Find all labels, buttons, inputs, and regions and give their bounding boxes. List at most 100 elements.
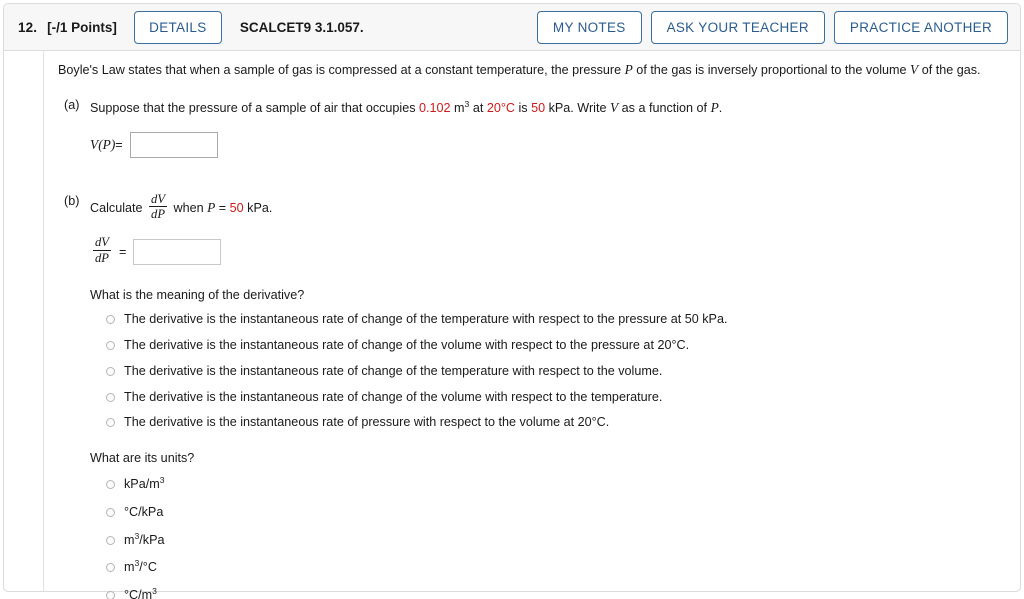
part-b-answer-eq: =	[119, 244, 127, 259]
part-a-temperature-value: 20°C	[486, 101, 515, 116]
part-b-text-2: when	[170, 200, 208, 215]
units-option-1-base: kPa/m	[124, 477, 160, 492]
my-notes-button[interactable]: MY NOTES	[536, 10, 642, 44]
meaning-option-3[interactable]: The derivative is the instantaneous rate…	[58, 364, 1010, 380]
part-a-answer-row: V (P) =	[58, 131, 1010, 158]
part-a-answer-fn: V	[90, 136, 99, 152]
part-b-frac-denominator: dP	[149, 206, 168, 222]
units-option-4-suffix: /°C	[139, 560, 157, 575]
meaning-option-2[interactable]: The derivative is the instantaneous rate…	[58, 338, 1010, 354]
part-a-volume-unit: m	[454, 101, 465, 116]
part-b-text: Calculate dV dP when P = 50 kPa.	[90, 191, 273, 223]
practice-another-label: PRACTICE ANOTHER	[849, 19, 992, 35]
part-a-answer-input[interactable]	[129, 131, 218, 158]
units-option-4-base: m	[124, 560, 135, 575]
meaning-option-4-label: The derivative is the instantaneous rate…	[124, 389, 663, 404]
meaning-option-4[interactable]: The derivative is the instantaneous rate…	[58, 390, 1010, 406]
units-option-3[interactable]: m3/kPa	[58, 531, 1010, 549]
header-actions: MY NOTES ASK YOUR TEACHER PRACTICE ANOTH…	[536, 10, 1008, 44]
my-notes-label: MY NOTES	[552, 19, 626, 35]
part-b-derivative-fraction: dV dP	[149, 191, 168, 222]
question-indent-rule	[43, 51, 44, 591]
part-b-text-1: Calculate	[90, 200, 147, 215]
radio-icon[interactable]	[106, 418, 115, 428]
part-a-label: (a)	[64, 98, 80, 113]
part-a-answer-arg: (P)	[98, 136, 116, 152]
question-number: 12.	[18, 19, 38, 35]
question-header: 12. [-/1 Points] DETAILS SCALCET9 3.1.05…	[4, 4, 1020, 51]
question-content: Boyle's Law states that when a sample of…	[58, 51, 1010, 599]
units-option-5[interactable]: °C/m3	[58, 587, 1010, 599]
details-button[interactable]: DETAILS	[133, 10, 222, 44]
statement-var-p: P	[624, 62, 633, 77]
part-b: (b) Calculate dV dP when P = 50 kPa.	[58, 191, 1010, 223]
part-b-answer-label: dV dP =	[90, 235, 127, 266]
part-a-var-v: V	[609, 100, 619, 116]
part-b-answer-frac-numerator: dV	[95, 235, 109, 249]
points-badge: [-/1 Points]	[47, 19, 117, 35]
units-option-3-label: m3/kPa	[124, 531, 165, 549]
part-a-pressure-value: 50	[531, 101, 546, 116]
radio-icon[interactable]	[106, 480, 115, 490]
textbook-code: SCALCET9 3.1.057.	[239, 19, 364, 35]
part-a-var-p: P	[710, 100, 719, 116]
part-a-text-2: at	[469, 101, 487, 116]
part-b-answer-input[interactable]	[133, 238, 222, 265]
part-a: (a) Suppose that the pressure of a sampl…	[58, 98, 1010, 118]
meaning-option-5[interactable]: The derivative is the instantaneous rate…	[58, 415, 1010, 431]
meaning-options: The derivative is the instantaneous rate…	[58, 312, 1010, 431]
radio-icon[interactable]	[106, 366, 115, 376]
meaning-option-2-label: The derivative is the instantaneous rate…	[124, 338, 690, 353]
units-option-5-label: °C/m3	[124, 587, 157, 599]
meaning-prompt: What is the meaning of the derivative?	[90, 288, 305, 303]
units-option-1[interactable]: kPa/m3	[58, 474, 1010, 493]
radio-icon[interactable]	[106, 535, 115, 545]
part-b-frac-numerator: dV	[151, 191, 166, 206]
part-a-answer-eq: =	[115, 137, 123, 152]
part-b-text-4: kPa.	[243, 200, 273, 215]
part-a-text-4: kPa. Write	[545, 101, 610, 116]
units-prompt: What are its units?	[90, 451, 195, 466]
meaning-option-1-label: The derivative is the instantaneous rate…	[124, 312, 728, 327]
part-b-answer-frac-denominator: dP	[93, 249, 111, 265]
meaning-option-1[interactable]: The derivative is the instantaneous rate…	[58, 312, 1010, 328]
units-option-2-label: °C/kPa	[124, 505, 163, 521]
units-option-5-base: °C/m	[124, 588, 153, 599]
part-a-text-6: .	[718, 101, 723, 116]
radio-icon[interactable]	[106, 341, 115, 351]
part-a-text-3: is	[514, 101, 532, 116]
part-b-label: (b)	[64, 193, 80, 208]
radio-icon[interactable]	[106, 591, 115, 599]
radio-icon[interactable]	[106, 507, 115, 517]
details-button-label: DETAILS	[149, 19, 207, 35]
part-b-answer-row: dV dP =	[58, 235, 1010, 266]
radio-icon[interactable]	[106, 563, 115, 573]
part-a-answer-label: V (P) =	[90, 137, 123, 153]
statement-text-3: of the gas.	[918, 63, 981, 77]
units-option-1-label: kPa/m3	[124, 474, 165, 493]
units-option-4[interactable]: m3/°C	[58, 559, 1010, 576]
meaning-option-3-label: The derivative is the instantaneous rate…	[124, 363, 663, 378]
part-b-text-3: =	[215, 200, 230, 215]
units-option-3-suffix: /kPa	[139, 532, 165, 547]
radio-icon[interactable]	[106, 315, 115, 325]
part-a-text-1: Suppose that the pressure of a sample of…	[90, 101, 420, 116]
question-card: 12. [-/1 Points] DETAILS SCALCET9 3.1.05…	[3, 3, 1021, 599]
statement-text-2: of the gas is inversely proportional to …	[632, 63, 911, 77]
homework-question-page: 12. [-/1 Points] DETAILS SCALCET9 3.1.05…	[0, 0, 1024, 599]
meaning-option-5-label: The derivative is the instantaneous rate…	[124, 415, 610, 430]
statement-var-v: V	[910, 62, 919, 77]
units-option-2[interactable]: °C/kPa	[58, 505, 1010, 521]
ask-your-teacher-label: ASK YOUR TEACHER	[666, 19, 809, 35]
problem-statement: Boyle's Law states that when a sample of…	[58, 51, 1010, 79]
units-option-1-exponent: 3	[159, 474, 165, 485]
units-option-4-label: m3/°C	[124, 559, 157, 576]
ask-your-teacher-button[interactable]: ASK YOUR TEACHER	[650, 10, 825, 44]
part-b-answer-fraction: dV dP	[93, 235, 111, 265]
part-b-pressure-value: 50	[229, 200, 244, 215]
practice-another-button[interactable]: PRACTICE ANOTHER	[833, 10, 1008, 44]
radio-icon[interactable]	[106, 392, 115, 402]
part-a-text: Suppose that the pressure of a sample of…	[90, 98, 722, 118]
units-option-3-base: m	[124, 532, 135, 547]
units-option-2-base: °C/kPa	[124, 504, 164, 519]
